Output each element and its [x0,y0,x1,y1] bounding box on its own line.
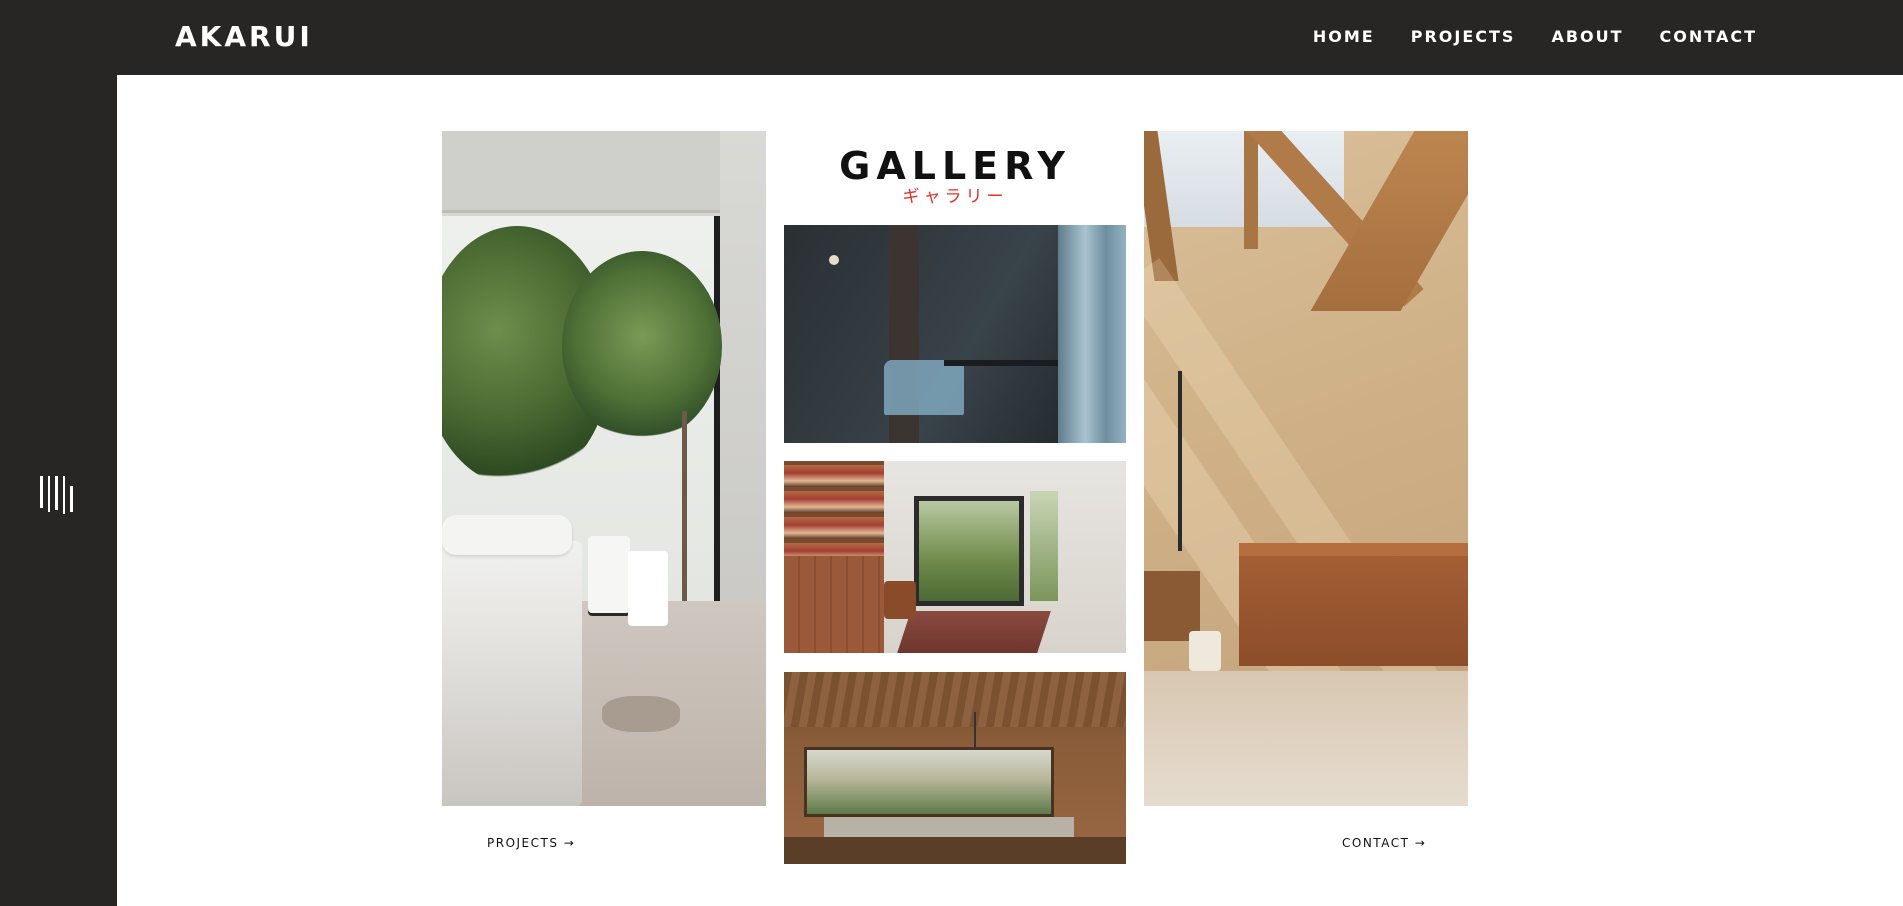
main-content: GALLERY ギャラリー PROJECTS → CONTACT → [117,75,1903,906]
logo[interactable]: AKARUI [175,19,313,55]
gallery-title: GALLERY [839,144,1071,188]
gallery-subtitle: ギャラリー [902,187,1008,207]
nav-projects[interactable]: PROJECTS [1411,27,1516,47]
main-nav: HOME PROJECTS ABOUT CONTACT [1313,27,1757,47]
nav-home[interactable]: HOME [1313,27,1375,47]
contact-link[interactable]: CONTACT → [1342,836,1426,850]
menu-line [40,476,43,508]
library-room-photo[interactable] [784,461,1126,653]
menu-line [70,486,73,512]
nav-about[interactable]: ABOUT [1551,27,1623,47]
bathroom-photo[interactable] [1144,131,1468,806]
projects-link[interactable]: PROJECTS → [487,836,575,850]
dark-interior-photo[interactable] [784,225,1126,443]
menu-line [55,476,58,510]
top-bar: AKARUI HOME PROJECTS ABOUT CONTACT [0,0,1903,75]
bedroom-photo[interactable] [442,131,766,806]
nav-contact[interactable]: CONTACT [1660,27,1757,47]
menu-line [62,476,65,514]
side-menu-icon[interactable] [40,476,78,514]
menu-line [47,476,50,512]
wood-house-photo[interactable] [784,672,1126,864]
